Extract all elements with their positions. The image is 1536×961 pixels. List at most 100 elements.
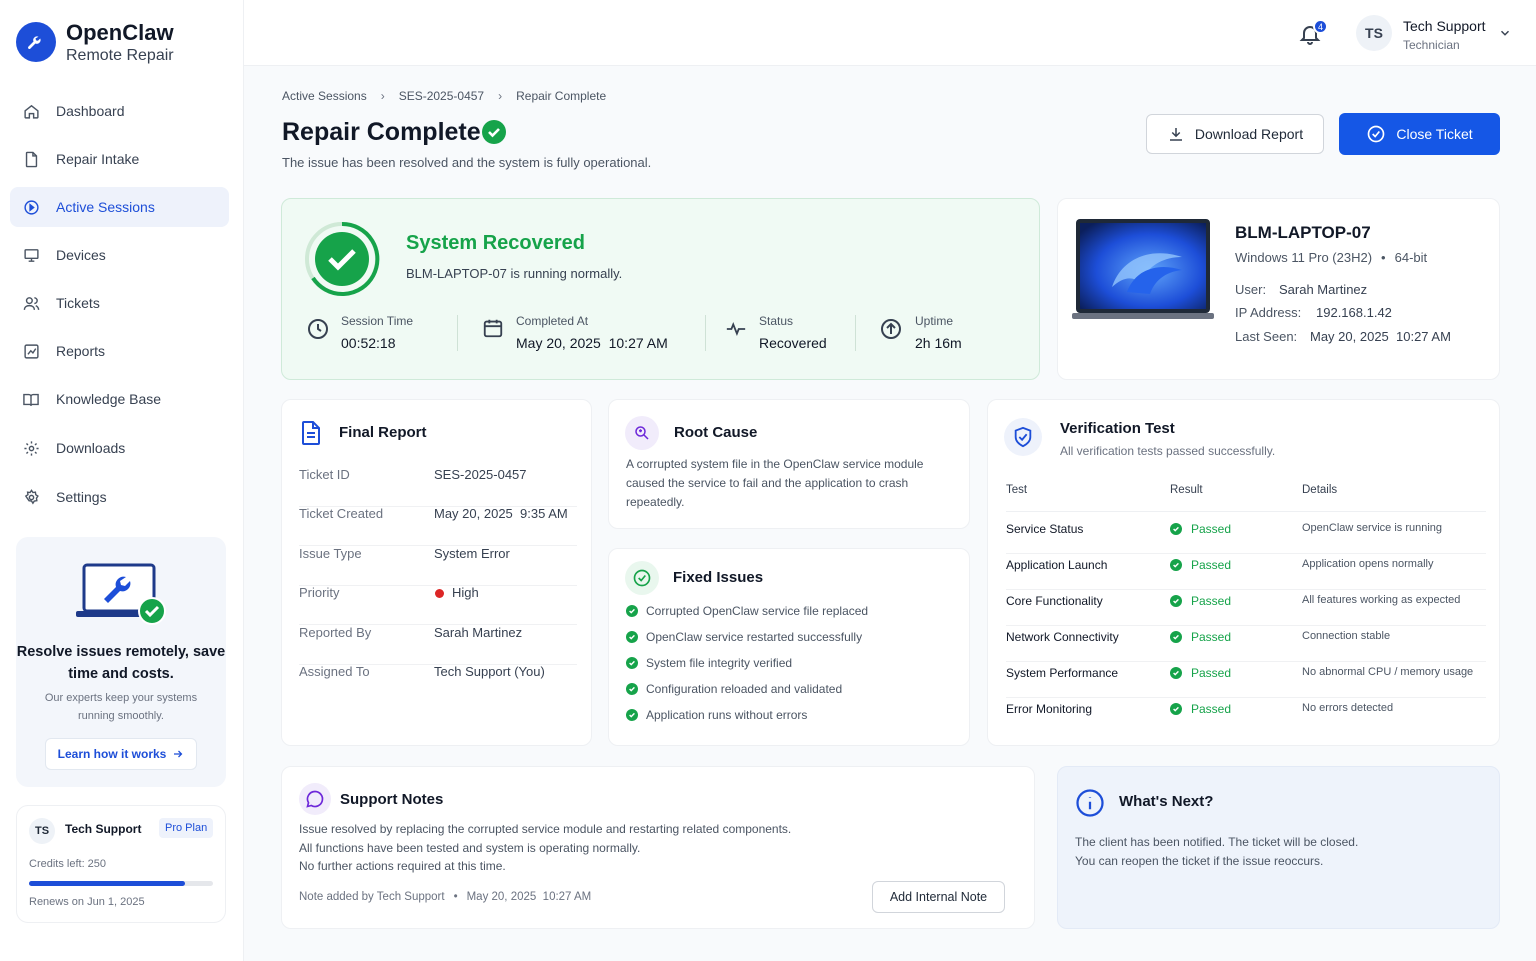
fixed-issue-text: Configuration reloaded and validated [646, 682, 843, 696]
nav-repair-intake[interactable]: Repair Intake [10, 139, 229, 179]
nav-label: Knowledge Base [56, 391, 162, 407]
report-row-value: SES-2025-0457 [434, 467, 527, 482]
nav-label: Devices [56, 247, 106, 263]
laptop-wrench-illustration [74, 561, 170, 625]
fixed-issue-item: Configuration reloaded and validated [626, 682, 842, 696]
root-cause-title: Root Cause [674, 424, 758, 441]
renews-text: Renews on Jun 1, 2025 [29, 896, 145, 908]
table-row: Core Functionality Passed All features w… [1006, 590, 1486, 626]
check-circle-outline-icon [1366, 124, 1386, 144]
device-ip: 192.168.1.42 [1316, 305, 1392, 320]
column-header: Test [1006, 484, 1028, 496]
add-internal-note-button[interactable]: Add Internal Note [872, 881, 1005, 913]
device-os-name: Windows 11 Pro (23H2) [1235, 250, 1373, 265]
learn-how-link[interactable]: Learn how it works [45, 738, 197, 770]
fixed-issues-card: Fixed Issues Corrupted OpenClaw service … [608, 548, 970, 746]
note-line: All functions have been tested and syste… [299, 841, 641, 855]
chat-bubble-icon [299, 783, 331, 815]
report-row-label: Issue Type [299, 546, 362, 561]
device-user: Sarah Martinez [1279, 282, 1368, 297]
download-icon [1167, 125, 1185, 143]
fixed-issue-item: System file integrity verified [626, 656, 792, 670]
report-row: Ticket ID SES-2025-0457 [299, 467, 577, 507]
check-icon [626, 683, 638, 695]
root-cause-text: A corrupted system file in the OpenClaw … [626, 457, 924, 509]
plan-card: TS Tech Support Pro Plan Credits left: 2… [16, 805, 226, 923]
nav-devices[interactable]: Devices [10, 235, 229, 275]
device-card: BLM-LAPTOP-07 Windows 11 Pro (23H2) • 64-b… [1057, 198, 1500, 380]
test-result: Passed [1170, 666, 1231, 680]
report-row: Issue Type System Error [299, 546, 577, 586]
shield-check-icon [1004, 418, 1042, 456]
table-row: Error Monitoring Passed No errors detect… [1006, 698, 1486, 734]
user-name: Tech Support [1403, 18, 1486, 34]
stat-value: Recovered [759, 335, 827, 351]
page-subtitle: The issue has been resolved and the syst… [282, 155, 652, 170]
support-notes-card: Support Notes Issue resolved by replacin… [281, 766, 1035, 929]
check-icon [626, 709, 638, 721]
pulse-icon [724, 318, 748, 340]
whats-next-line: The client has been notified. The ticket… [1075, 835, 1359, 849]
report-row-label: Ticket Created [299, 506, 384, 521]
nav-settings[interactable]: Settings [10, 477, 229, 517]
user-avatar[interactable]: TS [1356, 15, 1392, 51]
device-seen-label: Last Seen: [1235, 329, 1298, 344]
app-name: OpenClaw [66, 20, 174, 45]
notification-badge: 4 [1313, 19, 1328, 34]
success-check-icon [304, 221, 380, 297]
check-icon [1170, 667, 1182, 679]
close-ticket-button[interactable]: Close Ticket [1339, 113, 1500, 155]
report-row-value: Sarah Martinez [434, 625, 523, 640]
check-circle-icon [482, 120, 506, 144]
report-row-value: Tech Support (You) [434, 664, 545, 679]
user-role: Technician [1403, 38, 1460, 52]
avatar: TS [29, 818, 55, 844]
device-user-label: User: [1235, 282, 1267, 297]
close-ticket-label: Close Ticket [1396, 126, 1473, 142]
report-row-value: High [452, 585, 479, 600]
play-circle-icon [22, 198, 40, 216]
test-name: Application Launch [1006, 558, 1108, 572]
top-bar: 4 TS Tech Support Technician [244, 0, 1536, 66]
report-row: Assigned To Tech Support (You) [299, 664, 577, 704]
fixed-issue-text: OpenClaw service restarted successfully [646, 630, 863, 644]
download-report-button[interactable]: Download Report [1146, 114, 1324, 154]
check-icon [1170, 595, 1182, 607]
divider [855, 315, 856, 351]
nav-active-sessions[interactable]: Active Sessions [10, 187, 229, 227]
verification-title: Verification Test [1060, 420, 1175, 437]
divider [457, 315, 458, 351]
note-meta: Note added by Tech Support • May 20, 2025 … [299, 891, 592, 903]
promo-title: Resolve issues remotely, save time and c… [16, 644, 226, 682]
breadcrumb-item[interactable]: SES-2025-0457 [399, 89, 484, 103]
app-subtitle: Remote Repair [66, 47, 174, 64]
home-icon [22, 102, 40, 120]
result-label: Passed [1191, 594, 1232, 608]
test-details: OpenClaw service is running [1302, 522, 1443, 534]
monitor-icon [22, 246, 40, 264]
page-title: Repair Complete [282, 118, 481, 146]
chevron-right-icon: › [380, 89, 385, 103]
report-row-value: System Error [434, 546, 510, 561]
device-os: Windows 11 Pro (23H2) • 64-bit [1235, 250, 1428, 265]
test-details: No errors detected [1302, 702, 1394, 714]
table-header: Test Result Details [1006, 484, 1486, 512]
device-seen: May 20, 2025 10:27 AM [1310, 329, 1451, 344]
priority-dot [435, 589, 444, 598]
nav-dashboard[interactable]: Dashboard [10, 91, 229, 131]
chevron-down-icon[interactable] [1498, 26, 1512, 40]
test-details: All features working as expected [1302, 594, 1461, 606]
nav-reports[interactable]: Reports [10, 331, 229, 371]
breadcrumb-item[interactable]: Active Sessions [282, 89, 367, 103]
nav-tickets[interactable]: Tickets [10, 283, 229, 323]
report-row-label: Ticket ID [299, 467, 350, 482]
verification-card: Verification Test All verification tests… [987, 399, 1500, 746]
nav-label: Tickets [56, 295, 100, 311]
test-result: Passed [1170, 630, 1231, 644]
result-label: Passed [1191, 558, 1232, 572]
users-icon [22, 294, 40, 312]
check-icon [1170, 523, 1182, 535]
nav-knowledge-base[interactable]: Knowledge Base [10, 379, 229, 419]
nav-label: Downloads [56, 440, 126, 456]
nav-downloads[interactable]: Downloads [10, 428, 229, 468]
